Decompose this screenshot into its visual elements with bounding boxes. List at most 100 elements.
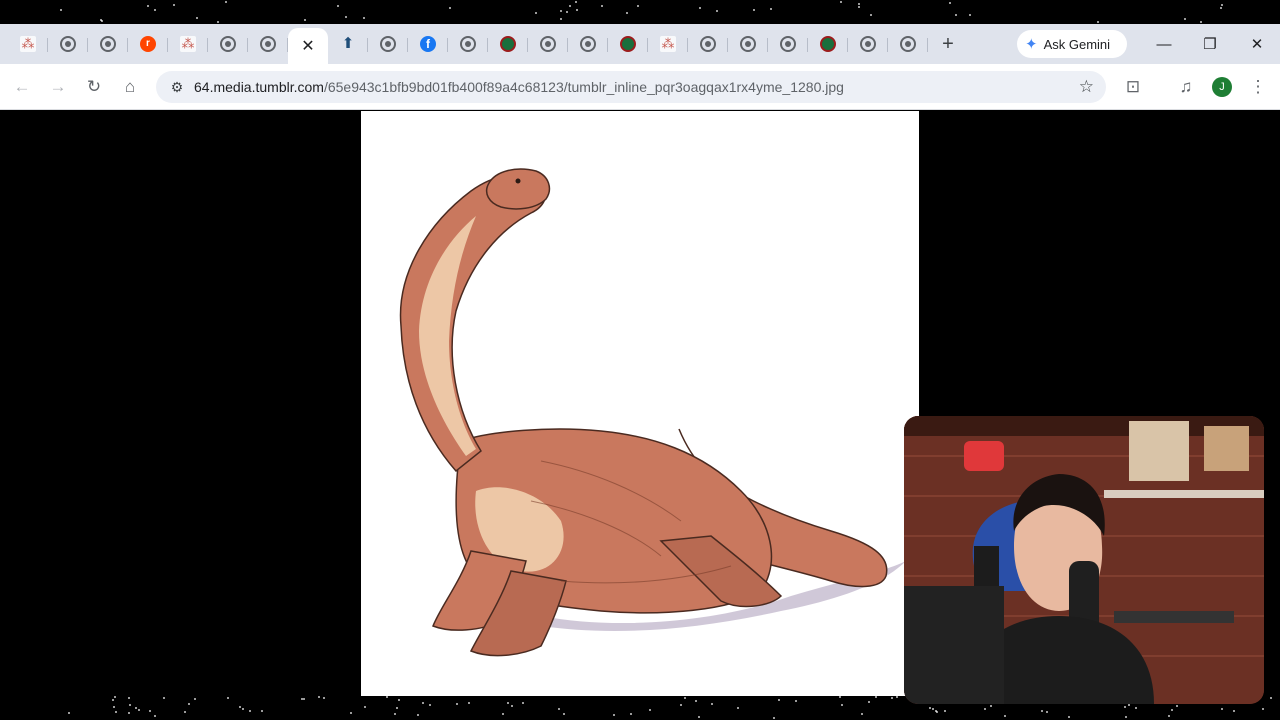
globe-icon xyxy=(700,36,716,52)
close-window-button[interactable]: ✕ xyxy=(1234,24,1280,64)
browser-tab[interactable] xyxy=(768,28,808,60)
close-icon[interactable]: ✕ xyxy=(301,36,314,56)
star-dot xyxy=(560,18,562,20)
dinosaur-illustration xyxy=(361,111,919,696)
bookmark-star-icon[interactable]: ☆ xyxy=(1079,77,1094,97)
tab-list: ⁂ r ⁂ ✕ ⬆ f ⁂ + xyxy=(8,28,964,64)
browser-tab[interactable]: ✕ xyxy=(288,28,328,64)
browser-tab[interactable]: ⬆ xyxy=(328,28,368,60)
browser-tab[interactable] xyxy=(88,28,128,60)
star-dot xyxy=(1004,715,1006,717)
browser-tab[interactable] xyxy=(848,28,888,60)
site-info-icon[interactable]: ⚙ xyxy=(160,79,194,96)
star-dot xyxy=(422,702,424,704)
browser-tab[interactable] xyxy=(608,28,648,60)
browser-tab[interactable]: r xyxy=(128,28,168,60)
star-dot xyxy=(858,3,860,5)
minimize-button[interactable]: — xyxy=(1141,24,1187,64)
browser-tab[interactable] xyxy=(568,28,608,60)
browser-tab[interactable] xyxy=(488,28,528,60)
starfield-top xyxy=(0,0,1280,24)
browser-tab[interactable] xyxy=(368,28,408,60)
star-dot xyxy=(1128,704,1130,706)
star-dot xyxy=(984,708,986,710)
star-dot xyxy=(468,702,470,704)
star-dot xyxy=(1270,697,1272,699)
star-dot xyxy=(128,697,130,699)
star-dot xyxy=(1097,21,1099,23)
lens-search-icon[interactable]: ⊡ xyxy=(1118,72,1148,102)
media-controls-icon[interactable]: ♫ xyxy=(1171,72,1201,102)
star-dot xyxy=(345,16,347,18)
star-dot xyxy=(601,5,603,7)
star-dot xyxy=(217,21,219,23)
star-dot xyxy=(68,712,70,714)
star-dot xyxy=(429,704,431,706)
star-dot xyxy=(194,698,196,700)
browser-tab[interactable]: ⁂ xyxy=(648,28,688,60)
url-host: 64.media.tumblr.com xyxy=(194,79,324,95)
star-dot xyxy=(1171,709,1173,711)
star-dot xyxy=(522,702,524,704)
star-dot xyxy=(242,708,244,710)
star-dot xyxy=(128,712,130,714)
star-dot xyxy=(149,710,151,712)
url-text[interactable]: 64.media.tumblr.com/65e943c1bfb9bd01fb40… xyxy=(194,79,844,95)
restore-button[interactable]: ❐ xyxy=(1187,24,1233,64)
browser-tab[interactable] xyxy=(688,28,728,60)
ask-gemini-button[interactable]: ✦ Ask Gemini xyxy=(1017,30,1127,58)
star-dot xyxy=(858,6,860,8)
globe-icon xyxy=(540,36,556,52)
star-dot xyxy=(188,703,190,705)
star-dot xyxy=(60,9,62,11)
star-dot xyxy=(225,1,227,3)
browser-tab[interactable] xyxy=(888,28,928,60)
star-dot xyxy=(637,5,639,7)
new-tab-button[interactable]: + xyxy=(932,28,964,60)
star-dot xyxy=(154,9,156,11)
wikipedia-icon xyxy=(500,36,516,52)
browser-tab[interactable] xyxy=(728,28,768,60)
address-bar[interactable]: ⚙ 64.media.tumblr.com/65e943c1bfb9bd01fb… xyxy=(156,71,1106,103)
star-dot xyxy=(239,706,241,708)
globe-icon xyxy=(900,36,916,52)
star-dot xyxy=(1221,708,1223,710)
star-dot xyxy=(364,706,366,708)
profile-avatar[interactable]: J xyxy=(1212,77,1232,97)
star-dot xyxy=(323,697,325,699)
menu-kebab-icon[interactable]: ⋮ xyxy=(1243,72,1273,102)
forward-button[interactable]: → xyxy=(43,72,73,102)
facebook-icon: f xyxy=(420,36,436,52)
browser-tab[interactable] xyxy=(48,28,88,60)
reload-button[interactable]: ↻ xyxy=(79,72,109,102)
browser-tab[interactable]: ⁂ xyxy=(8,28,48,60)
star-dot xyxy=(1046,711,1048,713)
browser-tab[interactable] xyxy=(808,28,848,60)
star-dot xyxy=(569,5,571,7)
sauropod-drawing xyxy=(361,111,919,696)
browser-tab[interactable]: ⁂ xyxy=(168,28,208,60)
back-button[interactable]: ← xyxy=(7,72,37,102)
star-dot xyxy=(507,702,509,704)
ask-gemini-label: Ask Gemini xyxy=(1043,36,1111,52)
browser-tab[interactable] xyxy=(448,28,488,60)
home-button[interactable]: ⌂ xyxy=(115,72,145,102)
star-dot xyxy=(737,707,739,709)
browser-tab[interactable] xyxy=(248,28,288,60)
star-dot xyxy=(456,703,458,705)
star-dot xyxy=(173,4,175,6)
globe-icon xyxy=(380,36,396,52)
browser-tab[interactable]: f xyxy=(408,28,448,60)
star-dot xyxy=(649,709,651,711)
star-dot xyxy=(870,14,872,16)
wikipedia-icon xyxy=(620,36,636,52)
star-dot xyxy=(249,710,251,712)
browser-tab[interactable] xyxy=(208,28,248,60)
star-dot xyxy=(304,19,306,21)
toolbar: ← → ↻ ⌂ ⚙ 64.media.tumblr.com/65e943c1bf… xyxy=(0,64,1280,110)
star-dot xyxy=(875,696,877,698)
browser-tab[interactable] xyxy=(528,28,568,60)
star-dot xyxy=(840,1,842,3)
globe-icon xyxy=(100,36,116,52)
star-dot xyxy=(891,697,893,699)
